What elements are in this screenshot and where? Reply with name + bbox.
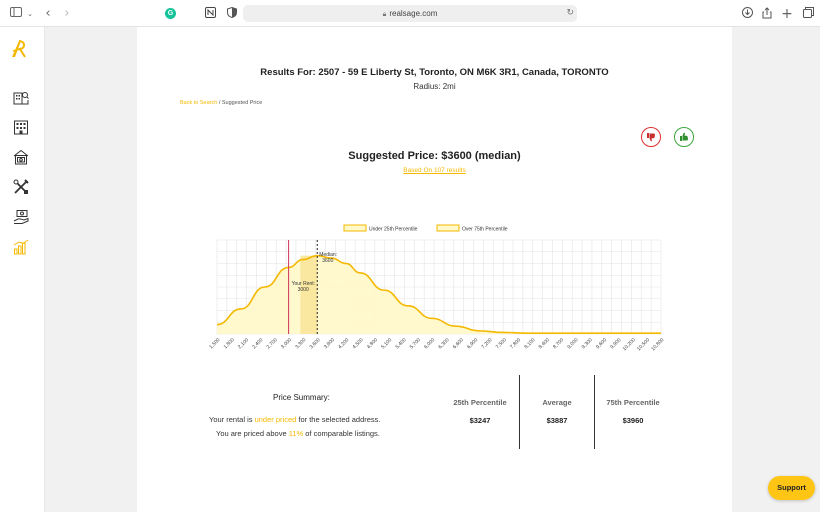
back-icon[interactable]: ‹	[41, 7, 55, 21]
reload-icon[interactable]: ↻	[566, 5, 574, 22]
support-button[interactable]: Support	[768, 476, 815, 500]
x-tick-label: 9,000	[566, 337, 579, 350]
summary-line-2: You are priced above 11% of comparable l…	[216, 429, 380, 438]
breadcrumb: Back to Search / Suggested Price	[180, 100, 262, 106]
thumbs-up-button[interactable]	[674, 127, 694, 147]
x-tick-label: 10,200	[622, 337, 637, 352]
x-tick-label: 10,500	[636, 337, 651, 352]
share-icon[interactable]	[760, 7, 774, 21]
download-icon[interactable]	[740, 7, 754, 21]
sidebar-toggle-icon[interactable]	[9, 7, 23, 21]
browser-toolbar: ⌄ ‹ › G 🔒︎ realsage.com ↻ +	[0, 0, 820, 27]
summary-line-1: Your rental is under priced for the sele…	[209, 415, 381, 424]
x-tick-label: 10,800	[650, 337, 665, 352]
search-radius: Radius: 2mi	[413, 82, 456, 91]
stat-25th-label: 25th Percentile	[453, 398, 507, 407]
stat-25th-value: $3247	[469, 416, 491, 425]
x-tick-label: 7,200	[480, 337, 493, 350]
stat-75th-value: $3960	[622, 416, 644, 425]
summary-line-1-post: for the selected address.	[296, 415, 381, 424]
tools-icon[interactable]	[13, 179, 29, 195]
stat-average-value: $3887	[546, 416, 568, 425]
lock-icon: 🔒︎	[382, 10, 387, 18]
tabs-overview-icon[interactable]	[801, 7, 815, 21]
building-chart-icon[interactable]	[13, 119, 29, 135]
x-tick-label: 7,500	[495, 337, 508, 350]
price-summary-title: Price Summary:	[273, 393, 330, 402]
summary-line-2-post: of comparable listings.	[303, 429, 380, 438]
chevron-down-icon[interactable]: ⌄	[23, 7, 37, 21]
x-tick-label: 9,600	[595, 337, 608, 350]
notion-icon[interactable]	[203, 7, 217, 21]
stat-75th-label: 75th Percentile	[606, 398, 660, 407]
suggested-price: Suggested Price: $3600 (median)	[348, 150, 521, 162]
x-tick-label: 8,700	[552, 337, 565, 350]
thumbs-down-icon	[647, 133, 655, 142]
page-title: Results For: 2507 - 59 E Liberty St, Tor…	[260, 67, 609, 78]
url-text: realsage.com	[389, 9, 438, 18]
price-distribution-chart: Your Rent:3000Median:3600Under 25th Perc…	[209, 224, 666, 352]
x-tick-label: 8,400	[538, 337, 551, 350]
grammarly-icon[interactable]: G	[165, 8, 176, 19]
realsage-logo[interactable]	[10, 39, 28, 59]
x-tick-label: 3,000	[280, 337, 293, 350]
your-rent-value: 3000	[298, 287, 309, 293]
shield-icon[interactable]	[225, 6, 239, 21]
x-tick-label: 5,400	[395, 337, 408, 350]
bar-chart-icon[interactable]	[13, 239, 29, 255]
x-tick-label: 6,900	[466, 337, 479, 350]
new-tab-icon[interactable]: +	[780, 7, 794, 21]
legend-swatch-under-25th	[343, 224, 367, 232]
hand-money-icon[interactable]	[13, 209, 29, 225]
legend-label-over-75th: Over 75th Percentile	[462, 227, 508, 233]
based-on-results-link[interactable]: Based On 107 results	[137, 167, 732, 174]
legend-swatch-over-75th	[436, 224, 460, 232]
x-tick-label: 8,100	[523, 337, 536, 350]
x-tick-label: 2,400	[251, 337, 264, 350]
median-value: 3600	[322, 258, 333, 264]
x-tick-label: 1,800	[223, 337, 236, 350]
x-tick-label: 9,300	[581, 337, 594, 350]
summary-line-2-pre: You are priced above	[216, 429, 289, 438]
percentile-rank: 11%	[288, 429, 304, 438]
x-tick-label: 5,700	[409, 337, 422, 350]
thumbs-down-button[interactable]	[641, 127, 661, 147]
x-tick-label: 3,600	[309, 337, 322, 350]
x-tick-label: 6,000	[423, 337, 436, 350]
x-tick-label: 4,800	[366, 337, 379, 350]
x-tick-label: 5,100	[380, 337, 393, 350]
x-tick-label: 3,900	[323, 337, 336, 350]
pricing-status: under priced	[254, 415, 297, 424]
back-to-search-link[interactable]: Back to Search	[180, 100, 217, 106]
address-bar[interactable]: 🔒︎ realsage.com ↻	[243, 5, 577, 22]
x-tick-label: 4,200	[337, 337, 350, 350]
breadcrumb-current: Suggested Price	[221, 100, 263, 106]
legend-label-under-25th: Under 25th Percentile	[369, 227, 418, 233]
forward-icon[interactable]: ›	[60, 7, 74, 21]
x-tick-label: 2,700	[266, 337, 279, 350]
x-tick-label: 7,800	[509, 337, 522, 350]
x-tick-label: 4,500	[352, 337, 365, 350]
x-tick-label: 6,600	[452, 337, 465, 350]
stat-average-label: Average	[542, 398, 572, 407]
building-search-icon[interactable]	[13, 89, 29, 105]
percentile-band	[300, 255, 318, 334]
x-tick-label: 6,300	[437, 337, 450, 350]
app-sidebar	[0, 27, 45, 512]
x-tick-label: 3,300	[294, 337, 307, 350]
x-tick-label: 2,100	[237, 337, 250, 350]
building-money-icon[interactable]	[13, 149, 29, 165]
main-panel: Results For: 2507 - 59 E Liberty St, Tor…	[137, 27, 732, 512]
x-tick-label: 1,500	[209, 337, 222, 350]
stat-divider	[519, 375, 520, 449]
summary-line-1-pre: Your rental is	[209, 415, 255, 424]
thumbs-up-icon	[680, 132, 688, 141]
stat-divider	[594, 375, 595, 449]
